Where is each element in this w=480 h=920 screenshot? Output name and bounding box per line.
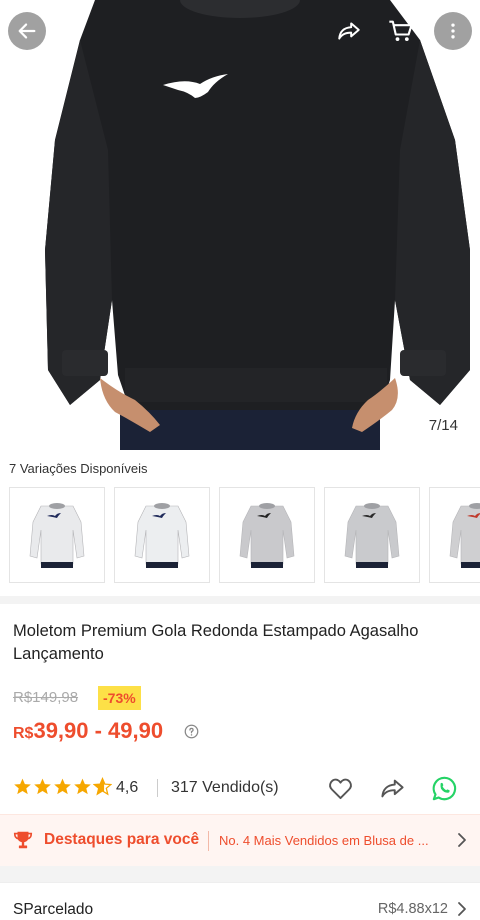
help-icon[interactable] [184, 724, 199, 739]
trophy-icon [13, 831, 33, 849]
original-price: R$149,98 [13, 689, 79, 706]
image-counter: 7/14 [420, 414, 466, 438]
share-icon [338, 22, 360, 40]
rating-stars [13, 777, 112, 796]
back-arrow-icon [18, 23, 36, 39]
variation-thumbnail[interactable] [429, 487, 480, 583]
variation-thumbnail[interactable] [9, 487, 105, 583]
share-icon[interactable] [379, 775, 406, 802]
variation-thumbnail[interactable] [114, 487, 210, 583]
chevron-right-icon [458, 833, 466, 847]
price-currency: R$ [13, 725, 34, 742]
more-options-button[interactable] [434, 12, 472, 50]
star-icon [34, 778, 51, 795]
divider [208, 831, 209, 851]
installments-value: R$4.88x12 [377, 901, 448, 917]
whatsapp-icon[interactable] [431, 775, 458, 802]
variation-thumbnail[interactable] [324, 487, 420, 583]
price-range: 39,90 - 49,90 [33, 718, 164, 743]
half-star-icon [93, 777, 112, 796]
product-image-carousel[interactable]: 7/14 [0, 0, 480, 450]
sweatshirt-thumbnail-image [449, 503, 480, 568]
divider [157, 779, 158, 797]
highlights-banner[interactable]: Destaques para você No. 4 Mais Vendidos … [0, 814, 480, 866]
rating-row: 4,6 317 Vendido(s) [13, 775, 473, 801]
cart-icon [389, 20, 413, 42]
variations-title: 7 Variações Disponíveis [9, 461, 148, 476]
cart-button[interactable] [382, 12, 420, 50]
highlights-text: No. 4 Mais Vendidos em Blusa de ... [219, 833, 429, 848]
product-photo [0, 0, 480, 450]
more-vertical-icon [451, 23, 455, 39]
sweatshirt-thumbnail-image [239, 503, 295, 568]
share-button[interactable] [330, 12, 368, 50]
sold-count: 317 Vendido(s) [171, 779, 279, 796]
installments-label: SParcelado [13, 901, 94, 918]
sweatshirt-thumbnail-image [29, 503, 85, 568]
variation-thumbnail[interactable] [219, 487, 315, 583]
chevron-right-icon [458, 902, 466, 916]
section-divider [0, 596, 480, 604]
product-title: Moletom Premium Gola Redonda Estampado A… [13, 622, 419, 663]
highlights-title: Destaques para você [44, 831, 200, 848]
heart-icon[interactable] [327, 775, 354, 802]
star-icon [54, 778, 71, 795]
section-divider [0, 866, 480, 882]
discount-badge: -73% [98, 686, 141, 710]
star-icon [14, 778, 31, 795]
price: R$39,90 - 49,90 [13, 718, 163, 744]
sweatshirt-thumbnail-image [134, 503, 190, 568]
installments-row[interactable]: SParcelado R$4.88x12 [0, 882, 480, 920]
rating-value: 4,6 [116, 779, 139, 796]
sweatshirt-thumbnail-image [344, 503, 400, 568]
back-button[interactable] [8, 12, 46, 50]
star-icon [74, 778, 91, 795]
variations-strip[interactable] [9, 487, 480, 585]
